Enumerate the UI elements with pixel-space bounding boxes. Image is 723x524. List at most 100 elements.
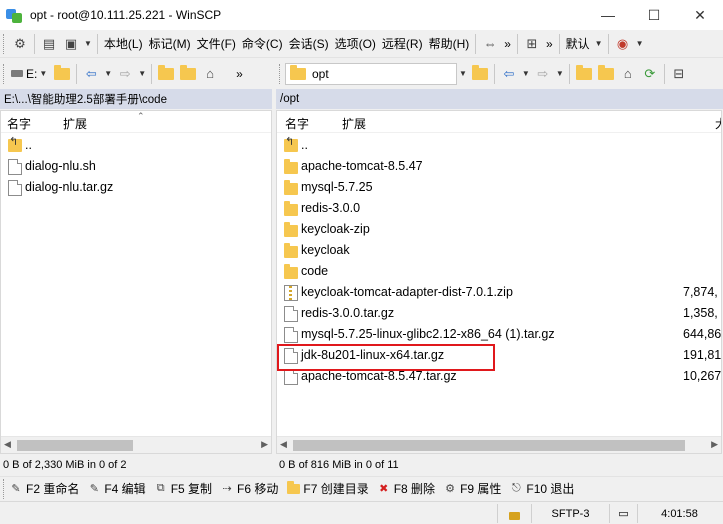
list-item[interactable]: dialog-nlu.sh <box>1 156 271 177</box>
right-file-list[interactable]: 名字 扩展 大 .. apache-tomcat-8.5.47 mysql-5.… <box>276 110 722 454</box>
open-folder-icon[interactable] <box>51 63 73 85</box>
horizontal-scrollbar[interactable]: ◀ ▶ <box>277 436 721 453</box>
list-item[interactable]: keycloak-zip <box>277 219 721 240</box>
root-directory-icon[interactable] <box>177 63 199 85</box>
delete-button[interactable]: ✖ F8 删除 <box>377 480 435 497</box>
sort-caret-icon: ⌃ <box>137 111 145 121</box>
tree-view-icon[interactable]: ⊟ <box>668 63 690 85</box>
column-header-ext[interactable]: 扩展 <box>63 115 87 132</box>
toolbar-overflow[interactable]: » <box>233 67 246 81</box>
fkey-label: F4 编辑 <box>104 482 146 496</box>
parent-directory-icon[interactable] <box>155 63 177 85</box>
chevron-down-icon[interactable]: ▼ <box>595 39 603 48</box>
forward-arrow-icon[interactable]: ⇨ <box>532 66 554 82</box>
scroll-right-icon[interactable]: ▶ <box>261 439 268 450</box>
toolbar-grip[interactable] <box>3 33 6 54</box>
list-item[interactable]: code <box>277 261 721 282</box>
menu-help[interactable]: 帮助(H) <box>426 35 473 52</box>
remote-folder-select[interactable]: opt <box>285 62 457 85</box>
list-item[interactable]: redis-3.0.0.tar.gz 1,358, <box>277 303 721 324</box>
toolbar-grip[interactable] <box>3 63 6 84</box>
folder-icon <box>284 264 298 279</box>
list-item[interactable]: apache-tomcat-8.5.47 <box>277 156 721 177</box>
open-folder-icon[interactable] <box>469 63 491 85</box>
session-icon[interactable]: ▣ <box>60 33 82 55</box>
menu-command[interactable]: 命令(C) <box>239 35 286 52</box>
properties-icon: ⚙ <box>445 483 455 495</box>
chevron-down-icon[interactable]: ▼ <box>104 69 112 78</box>
transfer-preset-select[interactable]: 默认 <box>563 35 593 52</box>
forward-arrow-icon[interactable]: ⇨ <box>114 66 136 82</box>
scroll-thumb[interactable] <box>17 440 133 451</box>
chevron-down-icon[interactable]: ▼ <box>522 69 530 78</box>
exit-button[interactable]: ⎋ F10 退出 <box>509 480 574 497</box>
menu-mark[interactable]: 标记(M) <box>146 35 194 52</box>
root-directory-icon[interactable] <box>595 63 617 85</box>
list-item[interactable]: mysql-5.7.25-linux-glibc2.12-x86_64 (1).… <box>277 324 721 345</box>
list-item[interactable]: mysql-5.7.25 <box>277 177 721 198</box>
menu-session[interactable]: 会话(S) <box>286 35 332 52</box>
chevron-down-icon[interactable]: ▼ <box>138 69 146 78</box>
scroll-right-icon[interactable]: ▶ <box>711 439 718 450</box>
chevron-down-icon[interactable]: ▼ <box>459 69 467 78</box>
toolbar-overflow[interactable]: » <box>501 37 514 51</box>
scroll-left-icon[interactable]: ◀ <box>4 439 11 450</box>
transfer-settings-icon[interactable]: ◉ <box>612 33 634 55</box>
back-arrow-icon[interactable]: ⇦ <box>498 66 520 82</box>
close-button[interactable]: ✕ <box>677 0 723 30</box>
fkey-label: F8 删除 <box>393 482 436 496</box>
menu-file[interactable]: 文件(F) <box>194 35 239 52</box>
scroll-thumb[interactable] <box>293 440 685 451</box>
toolbar-grip[interactable] <box>279 63 282 84</box>
file-name: mysql-5.7.25 <box>301 180 373 194</box>
home-icon[interactable]: ⌂ <box>199 63 221 85</box>
toolbar-separator <box>475 33 477 54</box>
maximize-button[interactable]: ☐ <box>631 0 677 30</box>
sync-browse-icon[interactable]: ⇔ <box>479 33 501 55</box>
queue-icon[interactable]: ▤ <box>38 33 60 55</box>
column-header-name[interactable]: 名字 <box>285 115 309 132</box>
scroll-left-icon[interactable]: ◀ <box>280 439 287 450</box>
list-item[interactable]: .. <box>1 135 271 156</box>
column-header-ext[interactable]: 扩展 <box>342 115 366 132</box>
move-button[interactable]: ⇢ F6 移动 <box>220 480 278 497</box>
left-file-list[interactable]: 名字 扩展 ⌃ .. dialog-nlu.sh dialog-nlu.tar.… <box>0 110 272 454</box>
horizontal-scrollbar[interactable]: ◀ ▶ <box>1 436 271 453</box>
chevron-down-icon[interactable]: ▼ <box>556 69 564 78</box>
refresh-icon[interactable]: ⟳ <box>639 63 661 85</box>
minimize-button[interactable]: — <box>585 0 631 30</box>
list-item[interactable]: keycloak-tomcat-adapter-dist-7.0.1.zip 7… <box>277 282 721 303</box>
settings-gear-icon[interactable]: ⚙ <box>9 33 31 55</box>
list-item[interactable]: keycloak <box>277 240 721 261</box>
toolbar-grip[interactable] <box>3 478 6 499</box>
chevron-down-icon[interactable]: ▼ <box>636 39 644 48</box>
file-icon <box>8 180 22 196</box>
list-item[interactable]: .. <box>277 135 721 156</box>
column-header-name[interactable]: 名字 <box>7 115 31 132</box>
winscp-app-icon[interactable] <box>6 7 22 23</box>
menu-remote[interactable]: 远程(R) <box>379 35 426 52</box>
drive-select[interactable]: E: ▼ <box>9 64 51 84</box>
file-name: mysql-5.7.25-linux-glibc2.12-x86_64 (1).… <box>301 327 555 341</box>
toolbar-overflow[interactable]: » <box>543 37 556 51</box>
properties-button[interactable]: ⚙ F9 属性 <box>443 480 501 497</box>
folder-icon <box>290 64 306 80</box>
back-arrow-icon[interactable]: ⇦ <box>80 66 102 82</box>
copy-button[interactable]: ⧉ F5 复制 <box>154 480 212 497</box>
list-item[interactable]: dialog-nlu.tar.gz <box>1 177 271 198</box>
new-tab-icon[interactable]: ⊞ <box>521 33 543 55</box>
home-icon[interactable]: ⌂ <box>617 63 639 85</box>
menu-options[interactable]: 选项(O) <box>332 35 379 52</box>
create-directory-button[interactable]: F7 创建目录 <box>286 480 369 497</box>
list-item[interactable]: redis-3.0.0 <box>277 198 721 219</box>
new-folder-icon <box>286 480 300 496</box>
chevron-down-icon[interactable]: ▼ <box>39 69 47 78</box>
edit-button[interactable]: ✎ F4 编辑 <box>87 480 146 497</box>
folder-icon <box>284 243 298 258</box>
column-header-size[interactable]: 大 <box>715 115 721 132</box>
rename-button[interactable]: ✎ F2 重命名 <box>9 480 79 497</box>
chevron-down-icon[interactable]: ▼ <box>84 39 92 48</box>
highlight-annotation <box>277 344 495 371</box>
parent-directory-icon[interactable] <box>573 63 595 85</box>
menu-local[interactable]: 本地(L) <box>101 35 146 52</box>
